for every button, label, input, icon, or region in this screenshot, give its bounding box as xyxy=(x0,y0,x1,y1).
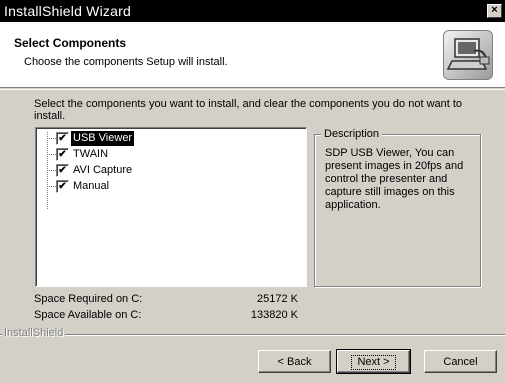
page-subtitle: Choose the components Setup will install… xyxy=(24,56,228,68)
back-button[interactable]: < Back xyxy=(258,350,331,373)
title-bar: InstallShield Wizard × xyxy=(0,0,505,22)
space-required-value: 25172 K xyxy=(257,293,298,305)
tree-branch-line xyxy=(47,138,56,139)
installshield-brand: InstallShield xyxy=(2,327,66,340)
next-button-label: Next > xyxy=(351,354,396,370)
components-tree[interactable]: ✔ USB Viewer ✔ TWAIN ✔ AVI Capture ✔ Man… xyxy=(35,127,307,287)
space-available-value: 133820 K xyxy=(250,309,298,321)
checkbox-manual[interactable]: ✔ xyxy=(56,180,69,193)
component-label[interactable]: AVI Capture xyxy=(71,163,134,178)
installer-computer-icon xyxy=(443,30,493,80)
instruction-text: Select the components you want to instal… xyxy=(34,98,463,122)
cancel-button[interactable]: Cancel xyxy=(424,350,497,373)
footer-divider xyxy=(0,334,505,336)
space-available-label: Space Available on C: xyxy=(34,309,142,321)
component-label[interactable]: Manual xyxy=(71,179,111,194)
tree-branch-line xyxy=(47,170,56,171)
component-label[interactable]: USB Viewer xyxy=(69,130,136,147)
space-required-label: Space Required on C: xyxy=(34,293,143,305)
component-label[interactable]: TWAIN xyxy=(71,147,110,162)
tree-branch-line xyxy=(47,154,56,155)
next-button[interactable]: Next > xyxy=(336,349,411,374)
description-text: SDP USB Viewer, You can present images i… xyxy=(325,147,464,211)
description-groupbox: Description SDP USB Viewer, You can pres… xyxy=(314,127,481,287)
header-divider xyxy=(0,89,505,90)
description-legend: Description xyxy=(321,127,383,141)
tree-branch-line xyxy=(47,186,56,187)
wizard-header: Select Components Choose the components … xyxy=(0,22,505,88)
checkbox-avi-capture[interactable]: ✔ xyxy=(56,164,69,177)
window-title: InstallShield Wizard xyxy=(4,3,131,19)
checkbox-twain[interactable]: ✔ xyxy=(56,148,69,161)
page-title: Select Components xyxy=(14,36,127,50)
installshield-wizard-window: InstallShield Wizard × Select Components… xyxy=(0,0,505,383)
checkbox-usb-viewer[interactable]: ✔ xyxy=(56,132,69,145)
close-button[interactable]: × xyxy=(487,4,502,18)
